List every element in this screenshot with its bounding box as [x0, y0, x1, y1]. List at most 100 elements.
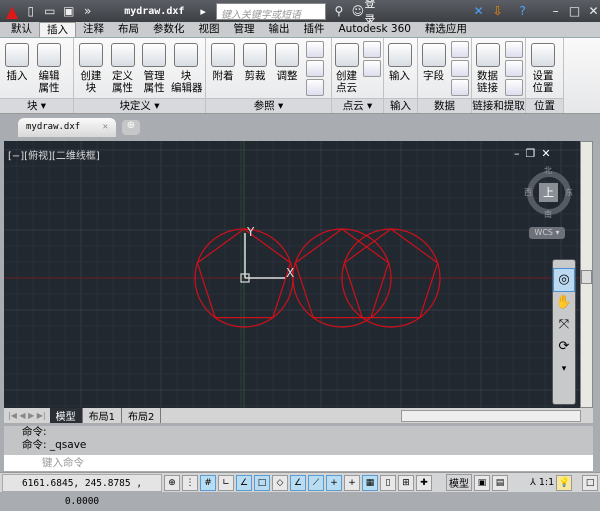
panel-label[interactable]: 链接和提取	[472, 98, 525, 113]
ribbon-button[interactable]: 附着	[208, 41, 238, 96]
horizontal-scrollbar[interactable]	[401, 409, 582, 422]
save-icon[interactable]: ▣	[62, 3, 75, 19]
maximize-icon[interactable]: □	[568, 3, 581, 19]
ribbon-button[interactable]: 插入	[2, 41, 32, 94]
qp-icon[interactable]: ▯	[380, 474, 396, 491]
small-tool-icon[interactable]	[363, 41, 381, 58]
ribbon-button[interactable]: 设置 位置	[528, 41, 558, 94]
panel-label[interactable]: 块定义 ▾	[74, 98, 205, 113]
help-icon[interactable]: ?	[516, 3, 529, 19]
small-tool-icon[interactable]	[363, 60, 381, 77]
ribbon-button[interactable]: 输入	[386, 41, 413, 82]
binoculars-icon[interactable]: ⚲	[332, 3, 345, 19]
tab-8[interactable]: 插件	[297, 22, 332, 37]
tab-layout1[interactable]: 布局1	[83, 408, 123, 423]
annotation-scale[interactable]: ⅄ 1:1	[530, 477, 554, 488]
user-icon[interactable]: ☺	[351, 3, 365, 19]
tab-3[interactable]: 布局	[111, 22, 146, 37]
tab-layout2[interactable]: 布局2	[122, 408, 162, 423]
drawing-canvas[interactable]: Y X [−][俯视][二维线框] –❐✕ 上 北 南 东 西 WCS ▾ ◎ ✋…	[4, 141, 580, 408]
lineweight-icon[interactable]: +	[344, 474, 360, 491]
tab-nav-buttons[interactable]: |◀ ◀ ▶ ▶|	[8, 411, 46, 420]
model-button[interactable]: 模型	[446, 474, 472, 491]
polar-icon[interactable]: ∠	[236, 474, 252, 491]
quickview-icon[interactable]: ▤	[492, 474, 508, 491]
ribbon-button[interactable]: 管理 属性	[139, 41, 169, 94]
ribbon-button[interactable]: 数据 链接	[474, 41, 501, 96]
pan-icon[interactable]: ✋	[553, 292, 575, 314]
otrack-icon[interactable]: ∠	[290, 474, 306, 491]
app-logo-icon[interactable]: ▲	[6, 2, 18, 21]
ribbon-button[interactable]: 定义 属性	[108, 41, 138, 94]
download-icon[interactable]: ⇩	[491, 3, 504, 19]
small-tool-icon[interactable]	[505, 60, 523, 77]
scroll-thumb[interactable]	[581, 270, 592, 284]
panel-label[interactable]: 位置	[526, 98, 563, 113]
panel-label[interactable]: 参照 ▾	[206, 98, 331, 113]
steering-wheel-icon[interactable]: ◎	[553, 268, 575, 292]
small-tool-icon[interactable]	[451, 79, 469, 96]
nav-menu-icon[interactable]: ▾	[553, 358, 575, 380]
panel-label[interactable]: 点云 ▾	[332, 98, 383, 113]
snap-icon[interactable]: ⋮	[182, 474, 198, 491]
wcs-dropdown[interactable]: WCS ▾	[529, 227, 565, 239]
vertical-scrollbar[interactable]	[580, 141, 593, 408]
more-icon[interactable]: »	[81, 3, 94, 19]
dyn-icon[interactable]: +	[326, 474, 342, 491]
panel-label[interactable]: 输入	[384, 98, 417, 113]
ribbon-button[interactable]: 剪裁	[240, 41, 270, 96]
exchange-icon[interactable]: ✕	[472, 3, 485, 19]
small-tool-icon[interactable]	[451, 41, 469, 58]
3dosnap-icon[interactable]: ◇	[272, 474, 288, 491]
ribbon-button[interactable]: 编辑 属性	[34, 41, 64, 94]
small-tool-icon[interactable]	[306, 41, 324, 58]
sc-icon[interactable]: ⊞	[398, 474, 414, 491]
isolate-icon[interactable]: 💡	[556, 474, 573, 491]
tab-9[interactable]: Autodesk 360	[332, 22, 418, 37]
transparency-icon[interactable]: ▦	[362, 474, 378, 491]
ortho-icon[interactable]: ∟	[218, 474, 234, 491]
small-tool-icon[interactable]	[505, 41, 523, 58]
ribbon-button[interactable]: 创建 块	[76, 41, 106, 94]
tab-5[interactable]: 视图	[192, 22, 227, 37]
tab-model[interactable]: 模型	[49, 408, 83, 423]
doc-tab[interactable]: mydraw.dxf ✕	[18, 118, 116, 137]
search-input[interactable]: 键入关键字或短语	[215, 2, 327, 21]
ribbon-button[interactable]: 创建 点云	[334, 41, 359, 94]
orbit-icon[interactable]: ⟳	[553, 336, 575, 358]
viewcube-top[interactable]: 上	[539, 183, 558, 202]
new-icon[interactable]: ▯	[24, 3, 37, 19]
am-icon[interactable]: ✚	[416, 474, 432, 491]
close-icon[interactable]: ✕	[587, 3, 600, 19]
tab-2[interactable]: 注释	[76, 22, 111, 37]
ribbon-button[interactable]: 字段	[420, 41, 447, 96]
minimize-icon[interactable]: –	[549, 3, 562, 19]
grid-icon[interactable]: #	[200, 474, 216, 491]
viewport-controls[interactable]: –❐✕	[514, 147, 557, 160]
navigation-bar[interactable]: ◎ ✋ ⤧ ⟳ ▾	[552, 259, 576, 405]
command-input[interactable]: 键入命令	[4, 455, 593, 471]
open-icon[interactable]: ▭	[43, 3, 56, 19]
small-tool-icon[interactable]	[306, 60, 324, 77]
close-tab-icon[interactable]: ✕	[103, 122, 108, 132]
infer-icon[interactable]: ⊕	[164, 474, 180, 491]
small-tool-icon[interactable]	[505, 79, 523, 96]
viewport-label[interactable]: [−][俯视][二维线框]	[8, 147, 100, 162]
ribbon-button[interactable]: 块 编辑器	[171, 41, 203, 94]
small-tool-icon[interactable]	[451, 60, 469, 77]
tab-4[interactable]: 参数化	[146, 22, 192, 37]
tab-0[interactable]: 默认	[4, 22, 39, 37]
panel-label[interactable]: 数据	[418, 98, 471, 113]
panel-label[interactable]: 块 ▾	[0, 98, 73, 113]
zoom-extents-icon[interactable]: ⤧	[553, 314, 575, 336]
osnap-icon[interactable]: □	[254, 474, 270, 491]
tab-10[interactable]: 精选应用	[418, 22, 474, 37]
tab-7[interactable]: 输出	[262, 22, 297, 37]
ribbon-button[interactable]: 调整	[272, 41, 302, 96]
small-tool-icon[interactable]	[306, 79, 324, 96]
new-tab-button[interactable]: ⊕	[122, 120, 140, 135]
layout-icon[interactable]: ▣	[474, 474, 490, 491]
fullscreen-icon[interactable]: □	[582, 474, 599, 491]
tab-6[interactable]: 管理	[227, 22, 262, 37]
tab-1[interactable]: 插入	[39, 22, 76, 37]
